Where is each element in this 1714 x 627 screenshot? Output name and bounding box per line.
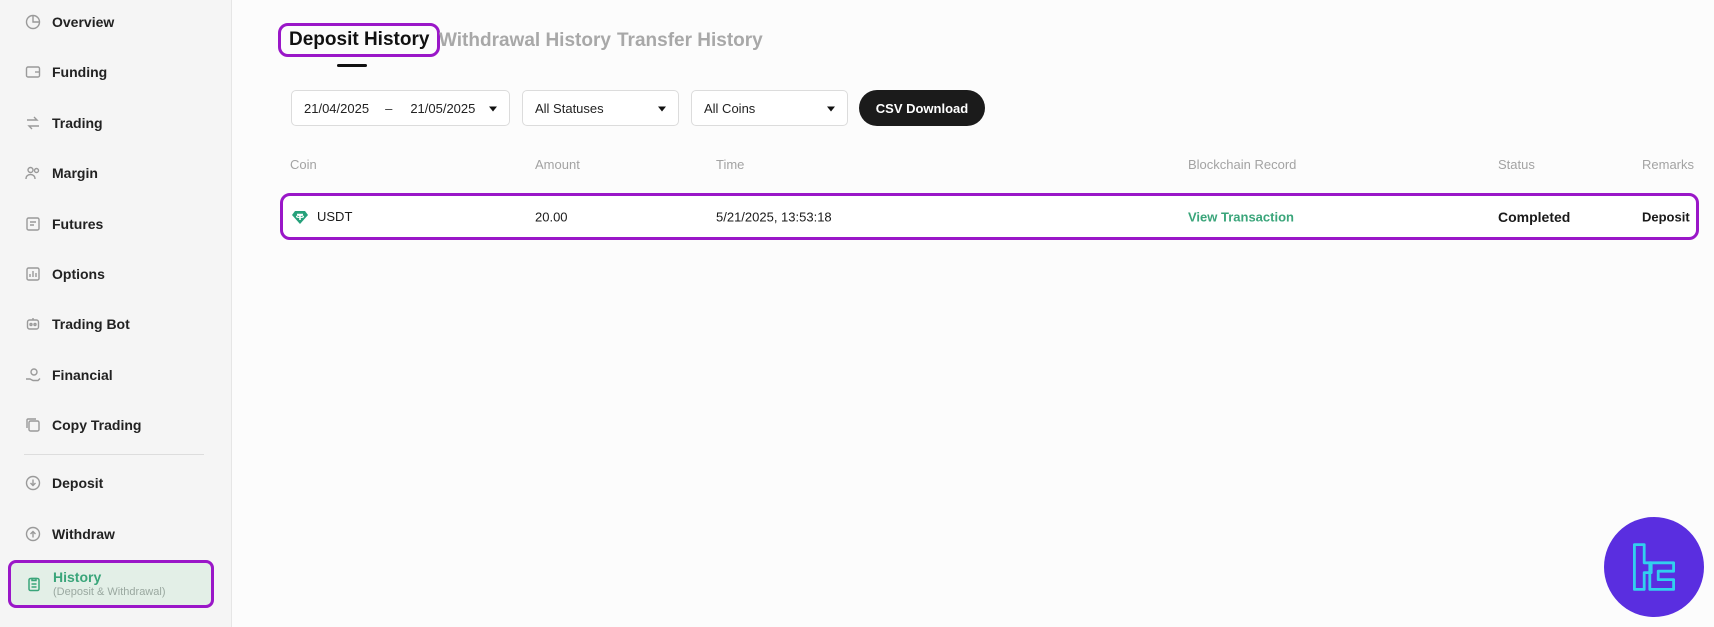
status-select[interactable]: All Statuses (522, 90, 679, 126)
sidebar-item-label: Overview (52, 14, 115, 30)
sidebar-item-label: History (53, 569, 102, 585)
arrow-up-icon (24, 525, 42, 543)
caret-down-icon (489, 106, 497, 112)
brand-logo (1604, 517, 1704, 617)
arrow-down-icon (24, 474, 42, 492)
logo-mark-icon (1633, 543, 1675, 591)
copy-icon (24, 416, 42, 434)
sidebar-item-options[interactable]: Options (24, 260, 105, 288)
csv-download-button[interactable]: CSV Download (859, 90, 985, 126)
clipboard-icon (25, 575, 43, 593)
sidebar-item-label: Copy Trading (52, 417, 142, 433)
futures-icon (24, 215, 42, 233)
sidebar-item-label: Funding (52, 64, 108, 80)
sidebar-divider (24, 454, 204, 455)
usdt-icon (291, 208, 309, 226)
column-header-time: Time (716, 157, 745, 172)
sidebar-item-label: Margin (52, 165, 98, 181)
sidebar-item-withdraw[interactable]: Withdraw (24, 520, 115, 548)
column-header-status: Status (1498, 157, 1535, 172)
coin-select[interactable]: All Coins (691, 90, 848, 126)
sidebar-item-label: Withdraw (52, 526, 115, 542)
tab-transfer-history[interactable]: Transfer History (617, 30, 763, 52)
cell-coin: USDT (291, 208, 352, 226)
caret-down-icon (827, 106, 835, 112)
tab-deposit-history[interactable]: Deposit History (278, 23, 441, 57)
sidebar-item-label: Deposit (52, 475, 104, 491)
sidebar-item-sublabel: (Deposit & Withdrawal) (53, 586, 166, 598)
column-header-blockchain-record: Blockchain Record (1188, 157, 1297, 172)
active-tab-indicator (337, 64, 367, 67)
exchange-icon (24, 114, 42, 132)
column-header-coin: Coin (290, 157, 317, 172)
date-range-picker[interactable]: 21/04/2025 – 21/05/2025 (291, 90, 510, 126)
coin-select-value: All Coins (704, 100, 756, 116)
users-icon (24, 164, 42, 182)
column-header-amount: Amount (535, 157, 580, 172)
sidebar-item-copy-trading[interactable]: Copy Trading (24, 411, 141, 439)
coin-name: USDT (317, 209, 353, 224)
wallet-icon (24, 63, 42, 81)
sidebar-item-trading-bot[interactable]: Trading Bot (24, 310, 130, 338)
cell-remarks: Deposit (1642, 209, 1690, 224)
hand-coin-icon (24, 366, 42, 384)
column-header-remarks: Remarks (1642, 157, 1695, 172)
sidebar-item-futures[interactable]: Futures (24, 210, 103, 238)
sidebar-item-label: Futures (52, 216, 104, 232)
cell-time: 5/21/2025, 13:53:18 (716, 209, 832, 224)
sidebar-item-funding[interactable]: Funding (24, 58, 107, 86)
view-transaction-link[interactable]: View Transaction (1188, 209, 1294, 224)
caret-down-icon (658, 106, 666, 112)
sidebar-item-label: Trading (52, 115, 103, 131)
tab-withdrawal-history[interactable]: Withdrawal History (439, 30, 611, 52)
sidebar-item-margin[interactable]: Margin (24, 159, 98, 187)
sidebar-item-deposit[interactable]: Deposit (24, 469, 103, 497)
sidebar: Overview Funding Trading Margin Futures … (0, 0, 232, 627)
sidebar-item-financial[interactable]: Financial (24, 361, 113, 389)
status-badge: Completed (1498, 208, 1571, 225)
sidebar-item-label: Financial (52, 367, 113, 383)
date-from: 21/04/2025 (304, 100, 370, 116)
status-select-value: All Statuses (535, 100, 604, 116)
cell-amount: 20.00 (535, 209, 568, 224)
sidebar-item-label: Options (52, 266, 105, 282)
sidebar-item-history[interactable]: History (Deposit & Withdrawal) (8, 560, 214, 608)
bot-icon (24, 315, 42, 333)
sidebar-item-label: Trading Bot (52, 316, 130, 332)
options-icon (24, 265, 42, 283)
sidebar-item-trading[interactable]: Trading (24, 109, 103, 137)
pie-chart-icon (24, 13, 42, 31)
table-row: USDT 20.00 5/21/2025, 13:53:18 View Tran… (280, 193, 1699, 240)
date-to: 21/05/2025 (410, 100, 476, 116)
sidebar-item-overview[interactable]: Overview (24, 8, 114, 36)
date-separator: – (385, 100, 393, 116)
